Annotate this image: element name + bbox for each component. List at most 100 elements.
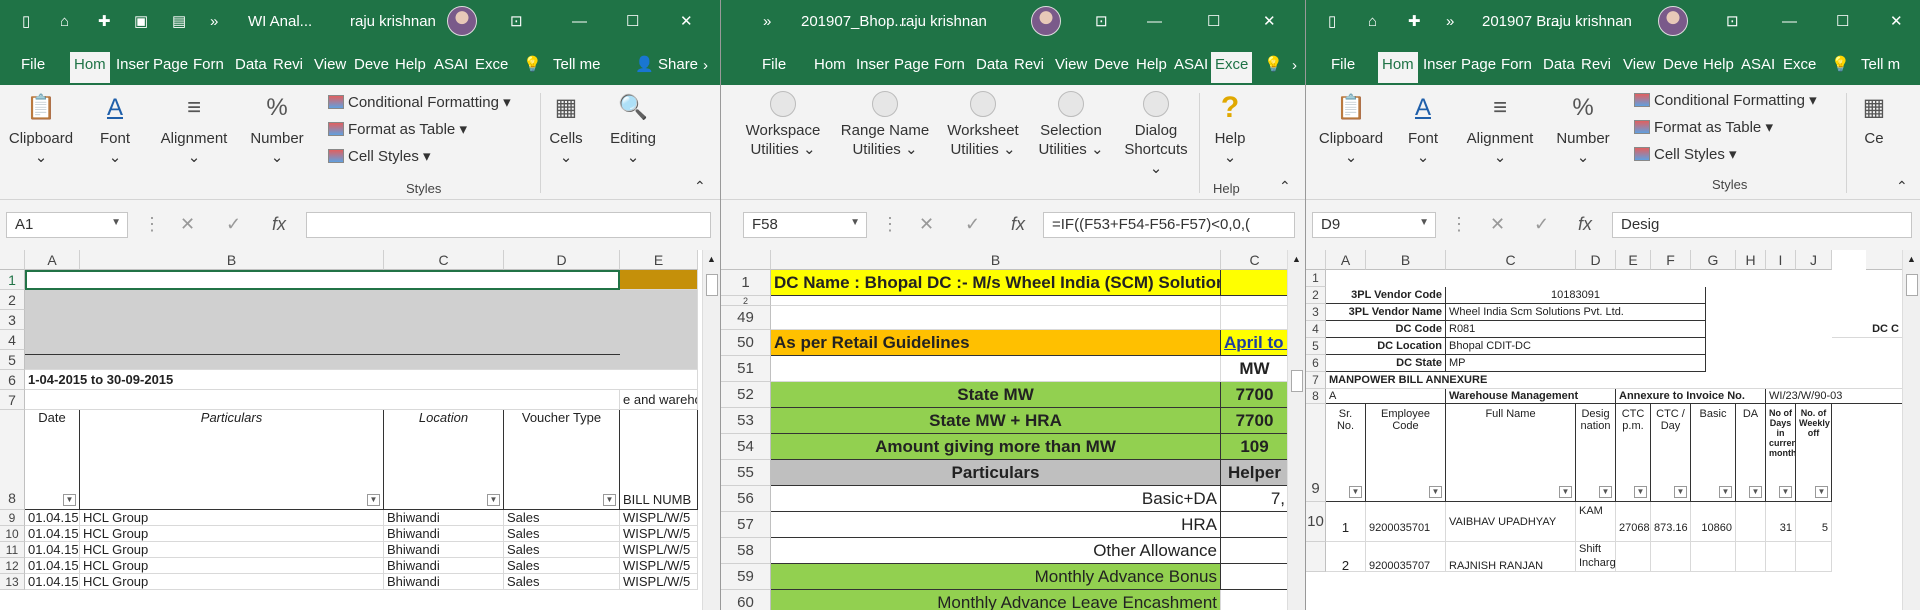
- col-header[interactable]: I: [1766, 250, 1796, 270]
- cell-c[interactable]: [1221, 512, 1289, 538]
- tab-asai[interactable]: ASAI: [431, 55, 471, 75]
- table-cell[interactable]: Shift Incharge: [1576, 542, 1616, 572]
- tab-file[interactable]: File: [1328, 55, 1358, 75]
- header-particulars[interactable]: Particulars ▼: [80, 410, 384, 510]
- tab-exce[interactable]: Exce: [472, 55, 511, 75]
- info-value[interactable]: MP: [1446, 355, 1706, 372]
- col-header[interactable]: F: [1651, 250, 1691, 270]
- cell-b[interactable]: [771, 296, 1221, 306]
- table-header[interactable]: CTC p.m. ▼: [1616, 404, 1651, 502]
- worksheet-utilities-button[interactable]: Worksheet Utilities ⌄: [943, 91, 1023, 159]
- row-header[interactable]: [1306, 542, 1326, 572]
- enter-icon[interactable]: ✓: [226, 214, 241, 235]
- filter-icon[interactable]: ▼: [603, 494, 616, 506]
- scroll-up-icon[interactable]: ▲: [707, 254, 716, 264]
- tab-page[interactable]: Page: [891, 55, 932, 75]
- table-cell[interactable]: Sales: [504, 542, 620, 558]
- filter-icon[interactable]: ▼: [487, 494, 500, 506]
- cell-c[interactable]: 7700: [1221, 382, 1289, 408]
- tab-developer[interactable]: Deve: [1660, 55, 1701, 75]
- row-header[interactable]: 53: [721, 408, 771, 434]
- table-cell[interactable]: [1691, 542, 1736, 572]
- table-cell[interactable]: WISPL/W/5: [620, 558, 698, 574]
- table-cell[interactable]: 27068: [1616, 502, 1651, 542]
- cell-b[interactable]: Monthly Advance Leave Encashment: [771, 590, 1221, 610]
- select-all[interactable]: [721, 250, 771, 270]
- cell[interactable]: [25, 390, 620, 410]
- info-value[interactable]: Bhopal CDIT-DC: [1446, 338, 1706, 355]
- cell-b[interactable]: [771, 306, 1221, 330]
- row-header[interactable]: 5: [1306, 338, 1326, 355]
- cell-b[interactable]: HRA: [771, 512, 1221, 538]
- minimize-icon[interactable]: —: [1147, 11, 1162, 33]
- fx-icon[interactable]: fx: [1578, 214, 1592, 235]
- header-date[interactable]: Date ▼: [25, 410, 80, 510]
- table-cell[interactable]: Sales: [504, 574, 620, 590]
- tab-help[interactable]: Help: [1133, 55, 1170, 75]
- scroll-right-icon[interactable]: ›: [700, 56, 711, 76]
- table-header[interactable]: Full Name ▼: [1446, 404, 1576, 502]
- help-button[interactable]: ? Help ⌄: [1205, 91, 1255, 167]
- filter-icon[interactable]: ▼: [1599, 486, 1612, 498]
- clipboard-button[interactable]: 📋 Clipboard ⌄: [1314, 91, 1388, 167]
- col-header[interactable]: E: [1616, 250, 1651, 270]
- table-cell[interactable]: KAM: [1576, 502, 1616, 542]
- table-cell[interactable]: WISPL/W/5: [620, 542, 698, 558]
- cell-c[interactable]: [1221, 296, 1289, 306]
- col-header[interactable]: D: [504, 250, 620, 270]
- selection-utilities-button[interactable]: Selection Utilities ⌄: [1031, 91, 1111, 159]
- col-header[interactable]: C: [1221, 250, 1289, 270]
- row-header[interactable]: 58: [721, 538, 771, 564]
- table-cell[interactable]: 01.04.15: [25, 558, 80, 574]
- cell[interactable]: e and wareho: [620, 390, 698, 410]
- scroll-thumb[interactable]: [1291, 370, 1303, 392]
- vertical-scrollbar[interactable]: ▲: [702, 250, 720, 610]
- tab-review[interactable]: Revi: [270, 55, 306, 75]
- cell-c[interactable]: [1221, 590, 1289, 610]
- tab-data[interactable]: Data: [232, 55, 270, 75]
- collapse-ribbon-icon[interactable]: ⌃: [1896, 177, 1908, 196]
- table-cell[interactable]: 10860: [1691, 502, 1736, 542]
- info-label[interactable]: DC Code: [1326, 321, 1446, 338]
- header-location[interactable]: Location ▼: [384, 410, 504, 510]
- table-cell[interactable]: Sales: [504, 526, 620, 542]
- annexure-title[interactable]: MANPOWER BILL ANNEXURE: [1326, 372, 1903, 389]
- row-header[interactable]: 6: [0, 370, 25, 390]
- cell-c[interactable]: [1221, 270, 1289, 296]
- table-header[interactable]: No of Days in current month ▼: [1766, 404, 1796, 502]
- col-header[interactable]: B: [771, 250, 1221, 270]
- cancel-icon[interactable]: ✕: [1490, 214, 1505, 235]
- tab-help[interactable]: Help: [392, 55, 429, 75]
- table-cell[interactable]: 31: [1766, 502, 1796, 542]
- filter-icon[interactable]: ▼: [1634, 486, 1647, 498]
- info-label[interactable]: DC State: [1326, 355, 1446, 372]
- number-button[interactable]: % Number ⌄: [246, 91, 308, 167]
- filter-icon[interactable]: ▼: [367, 494, 380, 506]
- cell-c[interactable]: [1221, 306, 1289, 330]
- filter-icon[interactable]: ▼: [63, 494, 76, 506]
- vertical-scrollbar[interactable]: ▲: [1287, 250, 1305, 610]
- cell-c[interactable]: Helper: [1221, 460, 1289, 486]
- tab-home[interactable]: Hom: [1378, 52, 1418, 83]
- cell-b[interactable]: Basic+DA: [771, 486, 1221, 512]
- col-header[interactable]: A: [1326, 250, 1366, 270]
- alignment-button[interactable]: ≡ Alignment ⌄: [1460, 91, 1540, 167]
- minimize-icon[interactable]: —: [1782, 11, 1797, 33]
- table-cell[interactable]: 01.04.15: [25, 510, 80, 526]
- table-cell[interactable]: Sales: [504, 558, 620, 574]
- row-header[interactable]: 55: [721, 460, 771, 486]
- tab-review[interactable]: Revi: [1011, 55, 1047, 75]
- cell[interactable]: Warehouse Management: [1446, 389, 1616, 404]
- name-box[interactable]: D9 ▼: [1312, 212, 1436, 238]
- tab-formulas[interactable]: Forn: [190, 55, 227, 75]
- col-header[interactable]: H: [1736, 250, 1766, 270]
- table-cell[interactable]: 9200035707: [1366, 542, 1446, 572]
- row-header[interactable]: 2: [0, 290, 25, 310]
- row-header[interactable]: 1: [0, 270, 25, 290]
- cell-c[interactable]: 7700: [1221, 408, 1289, 434]
- table-cell[interactable]: [1736, 502, 1766, 542]
- row-header[interactable]: 4: [1306, 321, 1326, 338]
- share-button[interactable]: Share: [655, 55, 701, 75]
- table-header[interactable]: Desig nation ▼: [1576, 404, 1616, 502]
- row-header[interactable]: 5: [0, 350, 25, 370]
